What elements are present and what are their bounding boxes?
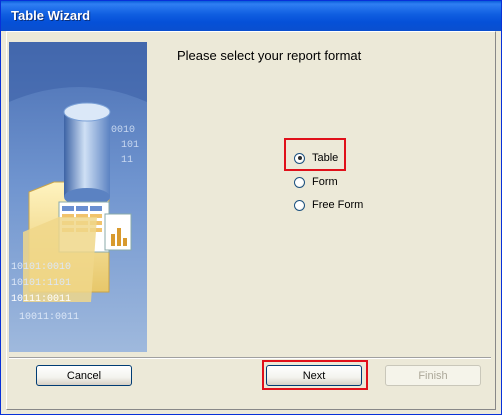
- wizard-illustration: 0101:0010 101 11: [9, 42, 147, 352]
- binary-text-3: 11: [121, 155, 133, 166]
- binary-text-4: 10101:0010: [11, 262, 71, 273]
- wizard-window: Table Wizard 101 11 10101:0010 10101:110…: [0, 0, 502, 415]
- title-bar[interactable]: Table Wizard: [1, 1, 501, 31]
- binary-text-2: 101: [121, 140, 139, 151]
- cancel-button[interactable]: Cancel: [36, 365, 132, 386]
- wizard-content: Please select your report format Table F…: [147, 42, 491, 352]
- option-free-form[interactable]: Free Form: [294, 197, 363, 213]
- binary-text-7: 10011:0011: [19, 312, 79, 323]
- table-highlight-box: [284, 138, 346, 171]
- option-free-form-label: Free Form: [312, 199, 364, 211]
- binary-text-6: 10111:0011: [11, 294, 71, 305]
- radio-form[interactable]: [294, 176, 305, 188]
- button-separator: [9, 357, 491, 359]
- option-form-label: Form: [312, 176, 338, 188]
- wizard-heading: Please select your report format: [177, 48, 362, 63]
- finish-button[interactable]: Finish: [385, 365, 481, 386]
- wizard-body: 0101:0010 101 11: [6, 31, 496, 410]
- radio-free-form[interactable]: [294, 199, 305, 211]
- next-highlight-box: [262, 360, 368, 390]
- database-folder-illustration: 0101:0010 101 11: [9, 42, 147, 352]
- option-form[interactable]: Form: [294, 174, 338, 190]
- window-title: Table Wizard: [11, 8, 91, 23]
- binary-text-5: 10101:1101: [11, 278, 71, 289]
